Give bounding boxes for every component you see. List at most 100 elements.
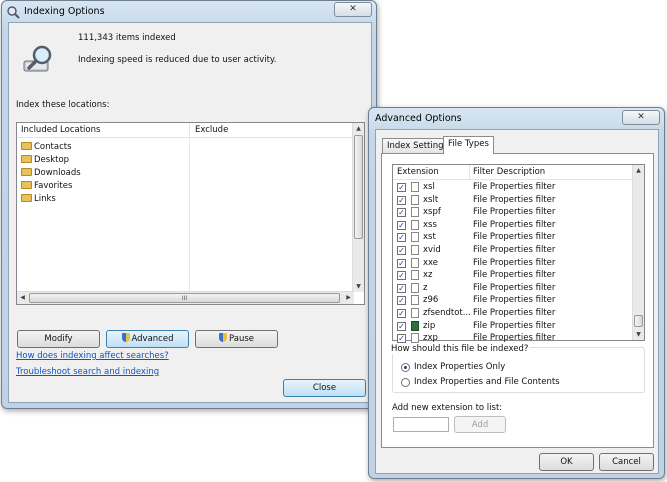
file-type-checkbox[interactable]: ✓	[397, 220, 406, 230]
file-type-row[interactable]: ✓ z File Properties filter	[393, 282, 632, 295]
column-extension[interactable]: Extension	[397, 167, 439, 177]
file-types-rows: ✓ xsl File Properties filter ✓ xslt File Prop…	[393, 181, 632, 344]
filter-description: File Properties filter	[473, 232, 556, 243]
modify-button[interactable]: Modify	[17, 330, 100, 348]
ok-button[interactable]: OK	[539, 453, 594, 471]
locations-horizontal-scrollbar[interactable]: ◀ III ▶	[17, 291, 354, 304]
location-item[interactable]: Contacts	[21, 141, 72, 154]
column-filter-description[interactable]: Filter Description	[473, 167, 545, 177]
file-type-checkbox[interactable]: ✓	[397, 246, 406, 255]
file-type-row[interactable]: ✓ xspf File Properties filter	[393, 206, 632, 219]
add-extension-button[interactable]: Add	[454, 416, 506, 433]
file-icon	[411, 182, 419, 192]
file-type-row[interactable]: ✓ xst File Properties filter	[393, 231, 632, 244]
indexing-options-close-button[interactable]: ✕	[334, 2, 372, 17]
included-locations-list[interactable]: Included Locations Exclude Contacts Desk…	[16, 122, 365, 305]
file-type-row[interactable]: ✓ xz File Properties filter	[393, 269, 632, 282]
scroll-thumb[interactable]	[634, 315, 643, 327]
file-extension: xspf	[423, 207, 441, 218]
file-type-checkbox[interactable]: ✓	[397, 183, 406, 192]
locations-vertical-scrollbar[interactable]: ▲ ▼	[352, 123, 364, 292]
index-locations-heading: Index these locations:	[16, 100, 110, 110]
file-icon	[411, 257, 419, 268]
advanced-options-client: Index Settings File Types Extension Filt…	[375, 129, 659, 474]
radio-properties-only[interactable]: Index Properties Only	[401, 362, 601, 374]
filter-description: File Properties filter	[473, 207, 556, 218]
pause-button[interactable]: Pause	[195, 330, 278, 348]
file-extension: zip	[423, 320, 436, 331]
file-type-row[interactable]: ✓ zip File Properties filter	[393, 320, 632, 333]
file-extension: xss	[423, 219, 437, 230]
file-type-checkbox[interactable]: ✓	[397, 208, 406, 218]
file-extension: xz	[423, 270, 433, 281]
filter-description: File Properties filter	[473, 245, 556, 255]
advanced-options-title: Advanced Options	[375, 113, 462, 124]
file-icon	[411, 270, 419, 281]
folder-icon	[21, 155, 32, 163]
scroll-down-arrow-icon[interactable]: ▼	[353, 281, 364, 292]
radio-properties-and-contents[interactable]: Index Properties and File Contents	[401, 377, 621, 389]
file-type-checkbox[interactable]: ✓	[397, 296, 406, 306]
location-item[interactable]: Favorites	[21, 180, 72, 193]
scroll-up-arrow-icon[interactable]: ▲	[633, 165, 644, 176]
cancel-button[interactable]: Cancel	[599, 453, 654, 471]
filter-description: File Properties filter	[473, 182, 556, 192]
file-types-tab-panel: Extension Filter Description ✓ xsl File Pr…	[381, 153, 654, 448]
file-type-row[interactable]: ✓ zfsendtot... File Properties filter	[393, 307, 632, 320]
location-item[interactable]: Downloads	[21, 167, 81, 180]
scroll-h-thumb[interactable]: III	[29, 293, 340, 303]
scroll-up-arrow-icon[interactable]: ▲	[353, 123, 364, 134]
file-types-header: Extension Filter Description	[393, 165, 632, 180]
file-type-row[interactable]: ✓ xvid File Properties filter	[393, 244, 632, 257]
column-exclude[interactable]: Exclude	[195, 125, 228, 135]
column-included-locations[interactable]: Included Locations	[21, 125, 100, 135]
file-type-row[interactable]: ✓ xss File Properties filter	[393, 219, 632, 232]
file-extension: xslt	[423, 194, 439, 205]
filter-description: File Properties filter	[473, 194, 556, 205]
file-type-checkbox[interactable]: ✓	[397, 283, 406, 293]
scroll-left-arrow-icon[interactable]: ◀	[17, 292, 28, 303]
filter-description: File Properties filter	[473, 257, 556, 268]
add-extension-input[interactable]	[393, 417, 449, 432]
filter-description: File Properties filter	[473, 282, 556, 293]
advanced-options-titlebar[interactable]: Advanced Options	[369, 108, 664, 130]
file-type-row[interactable]: ✓ xxe File Properties filter	[393, 257, 632, 270]
file-type-checkbox[interactable]: ✓	[397, 321, 406, 331]
scroll-right-arrow-icon[interactable]: ▶	[343, 292, 354, 303]
zip-file-icon	[411, 320, 419, 331]
file-extension: xvid	[423, 245, 441, 255]
filter-description: File Properties filter	[473, 295, 556, 306]
advanced-options-close-button[interactable]: ✕	[622, 110, 660, 125]
file-type-checkbox[interactable]: ✓	[397, 233, 406, 243]
file-type-checkbox[interactable]: ✓	[397, 258, 406, 268]
file-type-checkbox[interactable]: ✓	[397, 271, 406, 281]
file-types-vertical-scrollbar[interactable]: ▲ ▼	[632, 165, 644, 340]
radio-button[interactable]	[401, 378, 410, 387]
file-types-list[interactable]: Extension Filter Description ✓ xsl File Pr…	[392, 164, 645, 344]
indexing-options-title: Indexing Options	[24, 6, 105, 17]
radio-button-selected[interactable]	[401, 363, 410, 372]
location-item[interactable]: Desktop	[21, 154, 69, 167]
tab-file-types[interactable]: File Types	[443, 136, 494, 154]
file-type-checkbox[interactable]: ✓	[397, 309, 406, 318]
close-button[interactable]: Close	[283, 379, 366, 397]
file-type-row[interactable]: ✓ z96 File Properties filter	[393, 294, 632, 307]
file-type-checkbox[interactable]: ✓	[397, 334, 406, 344]
file-type-checkbox[interactable]: ✓	[397, 195, 406, 205]
file-type-row[interactable]: ✓ xslt File Properties filter	[393, 194, 632, 207]
file-type-row[interactable]: ✓ zxp File Properties filter	[393, 332, 632, 345]
column-divider	[189, 123, 190, 138]
advanced-button[interactable]: Advanced	[106, 330, 189, 348]
folder-icon	[21, 142, 32, 150]
file-type-row[interactable]: ✓ xsl File Properties filter	[393, 181, 632, 194]
advanced-options-window: Advanced Options ✕ Index Settings File T…	[368, 107, 665, 479]
file-extension: zfsendtot...	[423, 308, 471, 318]
filter-description: File Properties filter	[473, 320, 556, 331]
file-extension: xxe	[423, 257, 439, 268]
how-indexing-affects-link[interactable]: How does indexing affect searches?	[16, 351, 169, 361]
scroll-down-arrow-icon[interactable]: ▼	[633, 329, 644, 340]
scroll-thumb[interactable]	[354, 135, 363, 239]
location-item[interactable]: Links	[21, 193, 56, 206]
indexing-options-titlebar[interactable]: Indexing Options	[2, 1, 376, 23]
troubleshoot-link[interactable]: Troubleshoot search and indexing	[16, 367, 159, 377]
